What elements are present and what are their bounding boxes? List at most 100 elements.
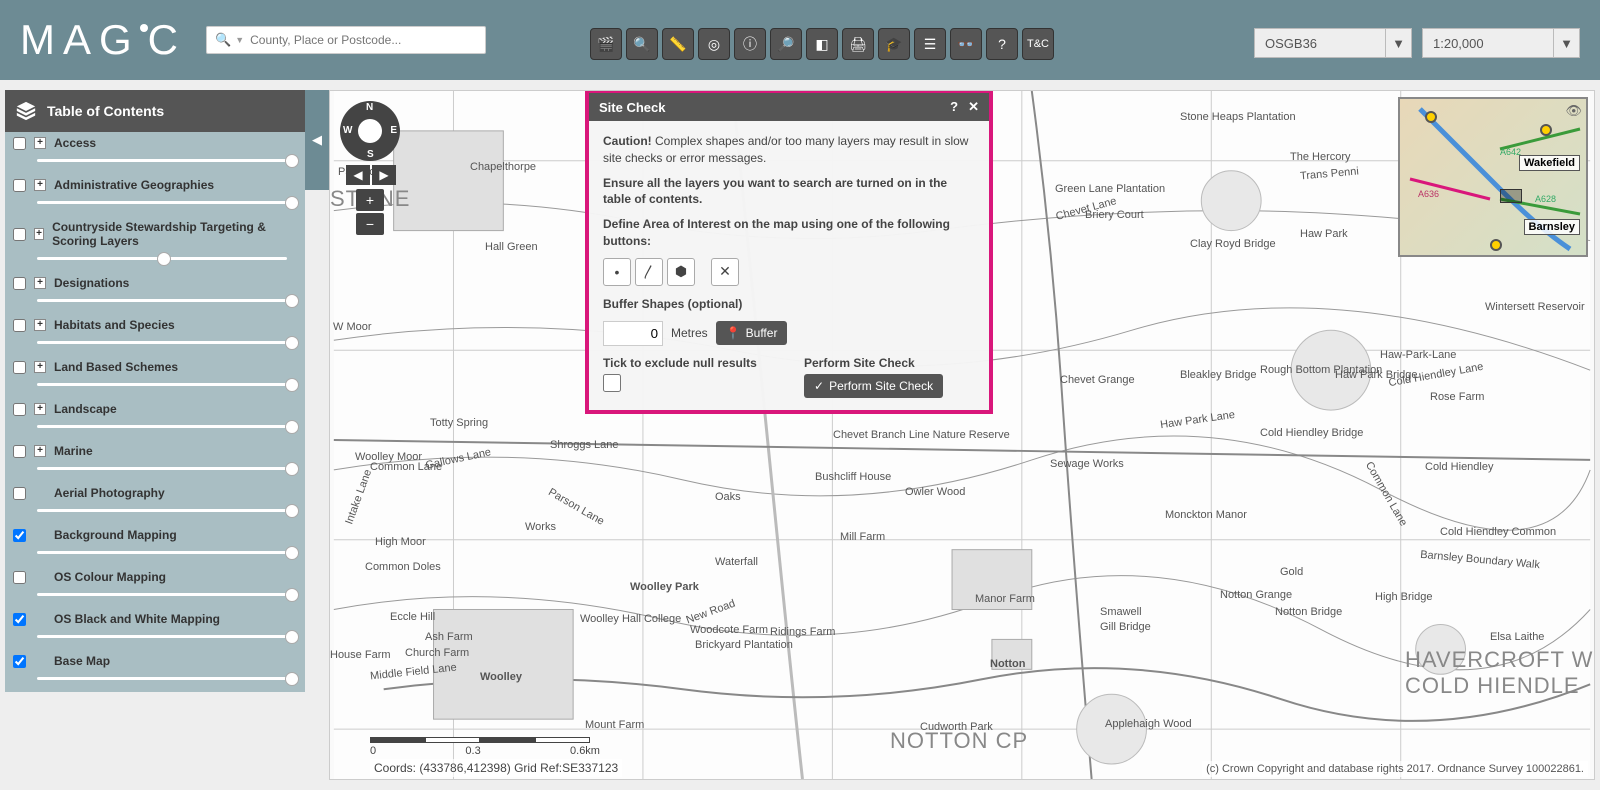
opacity-slider[interactable]: [37, 376, 297, 394]
dir-s: S: [367, 149, 374, 160]
map-viewport[interactable]: Painthorpe Chapelthorpe Hall Green W Moo…: [329, 90, 1595, 780]
expand-icon[interactable]: +: [34, 361, 46, 373]
print-icon[interactable]: 🖨: [842, 28, 874, 60]
slider-thumb[interactable]: [285, 504, 299, 518]
scale-select[interactable]: 1:20,000▼: [1422, 28, 1580, 58]
toc-item-checkbox[interactable]: [13, 571, 26, 584]
opacity-slider[interactable]: [37, 418, 297, 436]
slider-thumb[interactable]: [285, 196, 299, 210]
identify-icon[interactable]: 🔎: [770, 28, 802, 60]
opacity-slider[interactable]: [37, 334, 297, 352]
help-icon[interactable]: ?: [950, 99, 958, 115]
toc-item-checkbox[interactable]: [13, 445, 26, 458]
place-label: Ridings Farm: [770, 626, 835, 638]
place-label: The Hercory: [1290, 151, 1351, 163]
slider-thumb[interactable]: [285, 294, 299, 308]
opacity-slider[interactable]: [37, 250, 297, 268]
place-label: Sewage Works: [1050, 458, 1124, 470]
caution-prefix: Caution!: [603, 134, 652, 148]
expand-icon[interactable]: +: [34, 319, 46, 331]
expand-icon[interactable]: +: [34, 445, 46, 457]
overview-city-label: Barnsley: [1524, 219, 1580, 235]
close-icon[interactable]: ✕: [968, 99, 979, 115]
opacity-slider[interactable]: [37, 670, 297, 688]
slider-thumb[interactable]: [157, 252, 171, 266]
place-label: Mill Farm: [840, 531, 885, 543]
slider-thumb[interactable]: [285, 378, 299, 392]
prev-extent-button[interactable]: ◀: [346, 165, 370, 185]
null-label: Tick to exclude null results: [603, 356, 774, 370]
toc-item-checkbox[interactable]: [13, 277, 26, 290]
slider-thumb[interactable]: [285, 462, 299, 476]
overview-road-label: A642: [1500, 147, 1521, 157]
search-dropdown-icon[interactable]: ▼: [235, 35, 244, 45]
place-label: Bleakley Bridge: [1180, 369, 1256, 381]
clear-shape-button[interactable]: ✕: [711, 258, 739, 286]
list-icon[interactable]: ☰: [914, 28, 946, 60]
toc-item-checkbox[interactable]: [13, 179, 26, 192]
place-label: Brickyard Plantation: [695, 639, 793, 651]
expand-icon[interactable]: +: [34, 277, 46, 289]
slider-thumb[interactable]: [285, 588, 299, 602]
eraser-icon[interactable]: ◧: [806, 28, 838, 60]
opacity-slider[interactable]: [37, 152, 297, 170]
target-icon[interactable]: ◎: [698, 28, 730, 60]
ruler-icon[interactable]: 📏: [662, 28, 694, 60]
search-input[interactable]: [250, 33, 477, 47]
toc-item-label: Access: [54, 136, 96, 150]
slider-thumb[interactable]: [285, 630, 299, 644]
expand-icon[interactable]: +: [34, 403, 46, 415]
film-icon[interactable]: 🎬: [590, 28, 622, 60]
opacity-slider[interactable]: [37, 292, 297, 310]
slider-thumb[interactable]: [285, 336, 299, 350]
opacity-slider[interactable]: [37, 628, 297, 646]
opacity-slider[interactable]: [37, 586, 297, 604]
toc-item-checkbox[interactable]: [13, 319, 26, 332]
search-zoom-icon[interactable]: 🔍: [626, 28, 658, 60]
exclude-null-checkbox[interactable]: [603, 374, 621, 392]
expand-icon[interactable]: +: [34, 228, 44, 240]
zoom-out-button[interactable]: −: [356, 213, 384, 235]
buffer-unit: Metres: [671, 326, 708, 340]
opacity-slider[interactable]: [37, 460, 297, 478]
next-extent-button[interactable]: ▶: [372, 165, 396, 185]
zoom-in-button[interactable]: +: [356, 189, 384, 211]
draw-point-button[interactable]: •: [603, 258, 631, 286]
toc-item-checkbox[interactable]: [13, 361, 26, 374]
opacity-slider[interactable]: [37, 194, 297, 212]
projection-select[interactable]: OSGB36▼: [1254, 28, 1412, 58]
toc-item-checkbox[interactable]: [13, 403, 26, 416]
search-box[interactable]: 🔍 ▼: [206, 26, 486, 54]
draw-line-button[interactable]: 〳: [635, 258, 663, 286]
slider-thumb[interactable]: [285, 546, 299, 560]
info-icon[interactable]: ⓘ: [734, 28, 766, 60]
check-icon: ✓: [814, 379, 824, 393]
help-icon[interactable]: ?: [986, 28, 1018, 60]
binoculars-icon[interactable]: 👓: [950, 28, 982, 60]
opacity-slider[interactable]: [37, 544, 297, 562]
toc-item-checkbox[interactable]: [13, 137, 26, 150]
buffer-input[interactable]: [603, 321, 663, 346]
compass-circle[interactable]: N E S W: [340, 101, 400, 161]
graduation-icon[interactable]: 🎓: [878, 28, 910, 60]
place-label: Notton: [990, 658, 1025, 670]
buffer-button[interactable]: 📍Buffer: [716, 321, 788, 345]
slider-thumb[interactable]: [285, 672, 299, 686]
expand-icon[interactable]: +: [34, 179, 46, 191]
overview-map[interactable]: 👁 Wakefield Barnsley A642 A636 A628: [1398, 97, 1588, 257]
slider-thumb[interactable]: [285, 420, 299, 434]
draw-polygon-button[interactable]: ⬢: [667, 258, 695, 286]
slider-thumb[interactable]: [285, 154, 299, 168]
toc-item-checkbox[interactable]: [13, 655, 26, 668]
opacity-slider[interactable]: [37, 502, 297, 520]
perform-sitecheck-button[interactable]: ✓Perform Site Check: [804, 374, 943, 398]
toc-item-checkbox[interactable]: [13, 228, 26, 241]
expand-icon[interactable]: +: [34, 137, 46, 149]
tc-icon[interactable]: T&C: [1022, 28, 1054, 60]
toc-item-checkbox[interactable]: [13, 529, 26, 542]
toc-collapse-button[interactable]: ◀: [305, 90, 329, 190]
toc-item-checkbox[interactable]: [13, 613, 26, 626]
scale-label: 0: [370, 745, 376, 757]
toc-item-checkbox[interactable]: [13, 487, 26, 500]
toc-panel: Table of Contents +Access+Administrative…: [5, 90, 305, 692]
